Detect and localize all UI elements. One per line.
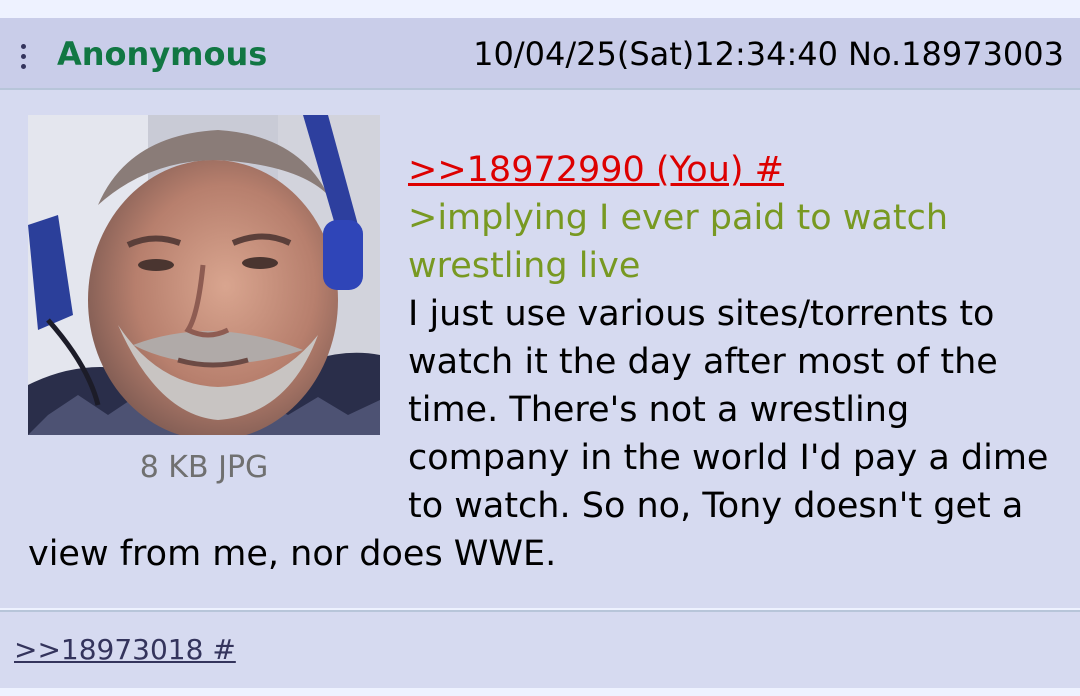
greentext-line: >implying I ever paid to watch <box>408 198 949 238</box>
quote-link[interactable]: >>18972990 (You) # <box>408 150 784 190</box>
reply-bar: >>18973018 # <box>0 610 1080 688</box>
poster-name: Anonymous <box>57 35 268 73</box>
post: Anonymous 10/04/25(Sat)12:34:40 No.189730… <box>0 18 1080 608</box>
page: Anonymous 10/04/25(Sat)12:34:40 No.189730… <box>0 0 1080 696</box>
greentext-line: wrestling live <box>408 246 641 286</box>
post-header: Anonymous 10/04/25(Sat)12:34:40 No.189730… <box>0 18 1080 90</box>
body-float-spacer <box>28 146 408 530</box>
top-strip <box>0 0 1080 16</box>
kebab-menu-icon[interactable] <box>14 40 32 72</box>
post-datetime: 10/04/25(Sat)12:34:40 <box>473 35 838 73</box>
post-meta: 10/04/25(Sat)12:34:40 No.18973003 <box>473 34 1064 74</box>
bottom-strip <box>0 688 1080 696</box>
reply-backlink[interactable]: >>18973018 # <box>14 632 236 668</box>
post-number[interactable]: No.18973003 <box>848 35 1064 73</box>
post-body: >>18972990 (You) # >implying I ever paid… <box>28 146 1058 578</box>
